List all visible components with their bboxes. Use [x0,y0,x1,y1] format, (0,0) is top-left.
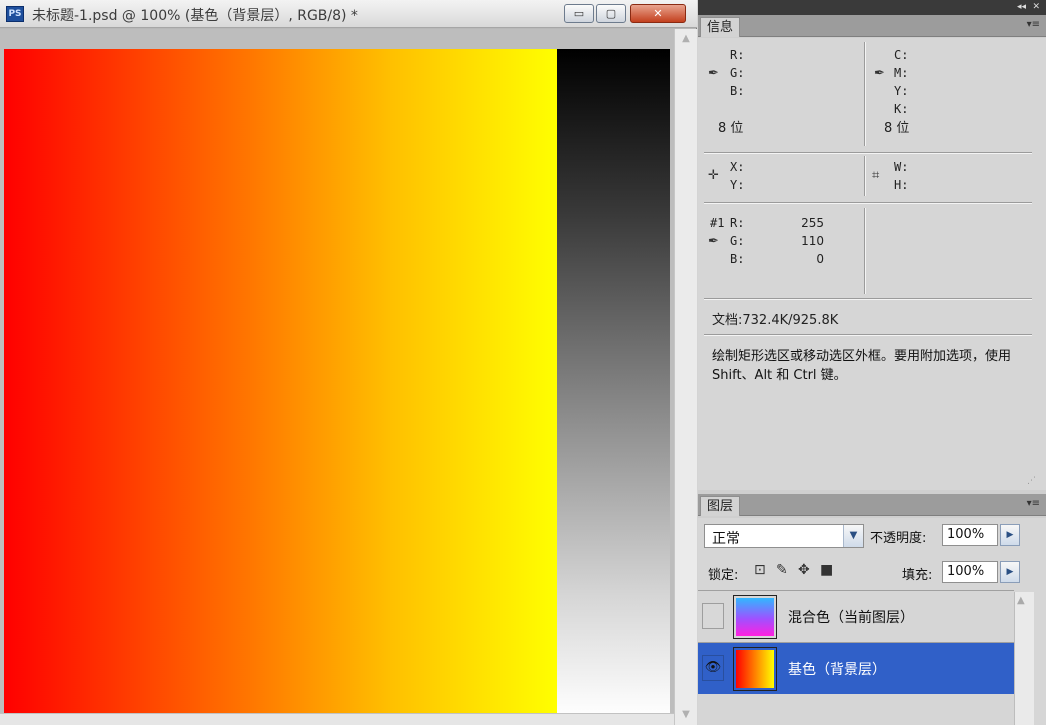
document-title-bar[interactable]: PS 未标题-1.psd @ 100% (基色（背景层）, RGB/8) * ▭… [0,0,697,28]
opacity-slider-button[interactable]: ▶ [1000,524,1020,546]
cmyk-c-label: C: [894,48,909,62]
lock-move-icon[interactable]: ✥ [798,562,810,578]
vertical-scrollbar[interactable]: ▲ ▼ [674,29,697,725]
chevron-down-icon[interactable]: ▼ [843,525,863,547]
info-divider [704,202,1032,204]
size-h-label: H: [894,178,909,192]
document-size: 文档:732.4K/925.8K [712,313,839,328]
rgb-g-label: G: [730,66,745,80]
maximize-button[interactable]: ▢ [596,4,626,23]
panel-dock: ◂◂ ✕ 信息 ▾≡ ✒ R: G: B: 8 位 ✒ C: M: Y: K: … [698,0,1046,725]
layer-thumbnail [733,647,777,691]
layers-panel: 正常 ▼ 不透明度: 100% ▶ 锁定: ⊡ ✎ ✥ ■ 填充: 100% ▶… [698,518,1046,725]
red-yellow-gradient [4,49,557,713]
scroll-up-arrow-icon[interactable]: ▲ [1017,595,1025,606]
info-divider [864,208,866,294]
layer-thumbnail-preview [736,598,774,636]
crosshair-icon: ✛ [708,168,719,183]
sampler-b-label: B: [730,252,745,266]
panel-menu-icon[interactable]: ▾≡ [1027,498,1040,509]
info-divider [864,42,866,146]
tab-info[interactable]: 信息 [700,17,741,37]
canvas-area[interactable] [0,29,674,713]
sampler-b-value: 0 [816,252,824,266]
eye-icon[interactable]: 👁 [702,655,724,681]
fill-slider-button[interactable]: ▶ [1000,561,1020,583]
layer-name: 混合色（当前图层） [788,610,914,626]
document-window: PS 未标题-1.psd @ 100% (基色（背景层）, RGB/8) * ▭… [0,0,697,725]
sampler-g-label: G: [730,234,745,248]
blend-mode-select[interactable]: 正常 ▼ [704,524,864,548]
document-title: 未标题-1.psd @ 100% (基色（背景层）, RGB/8) * [32,8,358,24]
sampler-number: #1 [710,216,725,230]
info-divider [704,334,1032,336]
panel-menu-icon[interactable]: ▾≡ [1027,19,1040,30]
fill-field[interactable]: 100% [942,561,998,583]
info-panel-tabbar: 信息 ▾≡ [698,15,1046,37]
sampler-r-label: R: [730,216,745,230]
info-divider [864,156,866,196]
layer-thumbnail-preview [736,650,774,688]
lock-brush-icon[interactable]: ✎ [776,562,788,578]
rgb-b-label: B: [730,84,745,98]
cmyk-bit-depth: 8 位 [884,121,910,136]
photoshop-app-icon: PS [6,6,24,22]
tool-hint: 绘制矩形选区或移动选区外框。要用附加选项，使用 Shift、Alt 和 Ctrl… [712,349,1012,383]
layer-row[interactable]: 混合色（当前图层） [698,590,1014,642]
eyedropper-icon: ✒ [874,66,885,81]
close-panels-icon[interactable]: ✕ [1032,0,1040,14]
size-w-label: W: [894,160,909,174]
resize-grip-icon[interactable]: ⋰ [1027,476,1036,486]
tab-layers[interactable]: 图层 [700,496,741,516]
scroll-down-arrow-icon[interactable]: ▼ [678,709,694,723]
marquee-icon: ⌗ [872,168,880,183]
eyedropper-icon: ✒ [708,66,719,81]
cmyk-k-label: K: [894,102,909,116]
layer-visibility-toggle[interactable] [702,603,724,629]
opacity-field[interactable]: 100% [942,524,998,546]
close-button[interactable]: ✕ [630,4,686,23]
rgb-r-label: R: [730,48,745,62]
layer-row-selected[interactable]: 👁 基色（背景层） [698,642,1014,694]
document-canvas[interactable] [4,49,670,713]
position-y-label: Y: [730,178,745,192]
layers-scrollbar[interactable]: ▲ [1014,592,1034,725]
fill-label: 填充: [902,568,933,583]
dock-header: ◂◂ ✕ [698,0,1046,15]
layer-name: 基色（背景层） [788,662,886,678]
info-panel: ✒ R: G: B: 8 位 ✒ C: M: Y: K: 8 位 ✛ X: Y:… [698,38,1046,490]
collapse-panels-icon[interactable]: ◂◂ [1017,0,1026,14]
info-divider [704,152,1032,154]
lock-all-icon[interactable]: ■ [820,562,833,578]
lock-transparent-icon[interactable]: ⊡ [754,562,766,578]
opacity-label: 不透明度: [870,531,927,546]
cmyk-m-label: M: [894,66,909,80]
sampler-r-value: 255 [801,216,824,230]
layers-panel-tabbar: 图层 ▾≡ [698,494,1046,516]
rgb-bit-depth: 8 位 [718,121,744,136]
position-x-label: X: [730,160,745,174]
lock-label: 锁定: [708,568,739,583]
layer-thumbnail [733,595,777,639]
info-divider [704,298,1032,300]
cmyk-y-label: Y: [894,84,909,98]
horizontal-scrollbar[interactable] [0,713,674,725]
minimize-button[interactable]: ▭ [564,4,594,23]
sampler-g-value: 110 [801,234,824,248]
blend-mode-value: 正常 [712,531,740,547]
black-white-gradient [557,49,670,713]
scroll-up-arrow-icon[interactable]: ▲ [678,33,694,47]
eyedropper-icon: ✒ [708,234,719,249]
